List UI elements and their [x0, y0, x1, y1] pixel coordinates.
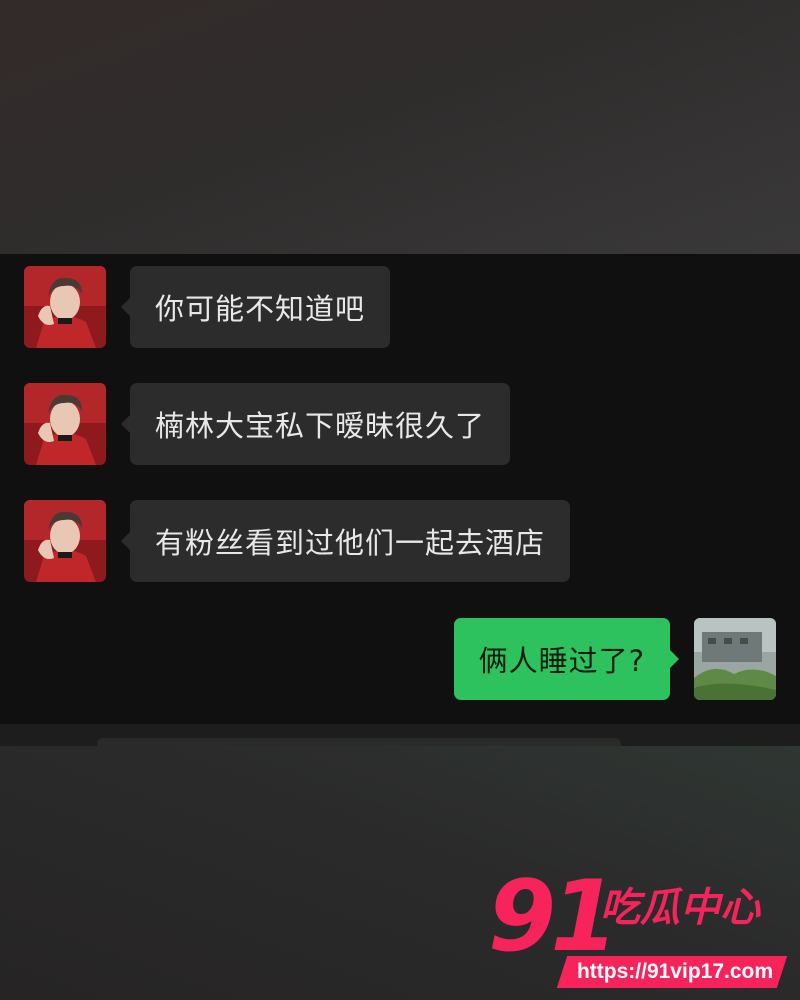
message-bubble-outgoing[interactable]: 俩人睡过了?: [453, 618, 680, 700]
message-row-incoming: 有粉丝看到过他们一起去酒店: [24, 500, 571, 582]
message-bubble-incoming[interactable]: 楠林大宝私下暧昧很久了: [120, 383, 511, 465]
message-row-outgoing: 俩人睡过了?: [453, 618, 776, 700]
watermark-number: 91: [488, 860, 618, 974]
message-text: 楠林大宝私下暧昧很久了: [155, 409, 486, 443]
watermark-url: https://91vip17.com: [576, 960, 774, 983]
message-bubble-incoming[interactable]: 有粉丝看到过他们一起去酒店: [120, 500, 571, 582]
user-avatar-image: [694, 618, 776, 700]
message-row-incoming: 楠林大宝私下暧昧很久了: [24, 383, 511, 465]
contact-avatar[interactable]: [24, 500, 106, 582]
contact-avatar[interactable]: [24, 383, 106, 465]
message-text: 有粉丝看到过他们一起去酒店: [155, 526, 546, 560]
contact-avatar-image: [24, 500, 106, 582]
chat-screenshot: 你可能不知道吧 楠林大宝私下暧昧很久了 有粉丝看到过他们一起去酒店 俩人睡过了?: [0, 254, 800, 746]
contact-avatar[interactable]: [24, 266, 106, 348]
message-text: 你可能不知道吧: [155, 292, 366, 326]
message-row-incoming: 你可能不知道吧: [24, 266, 391, 348]
user-avatar[interactable]: [694, 618, 776, 700]
contact-avatar-image: [24, 266, 106, 348]
message-input-field[interactable]: [97, 738, 621, 746]
watermark-brand: 吃瓜中心: [600, 885, 760, 931]
contact-avatar-image: [24, 383, 106, 465]
blurred-background-top: [0, 0, 800, 254]
message-text: 俩人睡过了?: [478, 644, 645, 678]
site-watermark: 91 吃瓜中心 https://91vip17.com: [488, 868, 788, 990]
message-bubble-incoming[interactable]: 你可能不知道吧: [120, 266, 391, 348]
